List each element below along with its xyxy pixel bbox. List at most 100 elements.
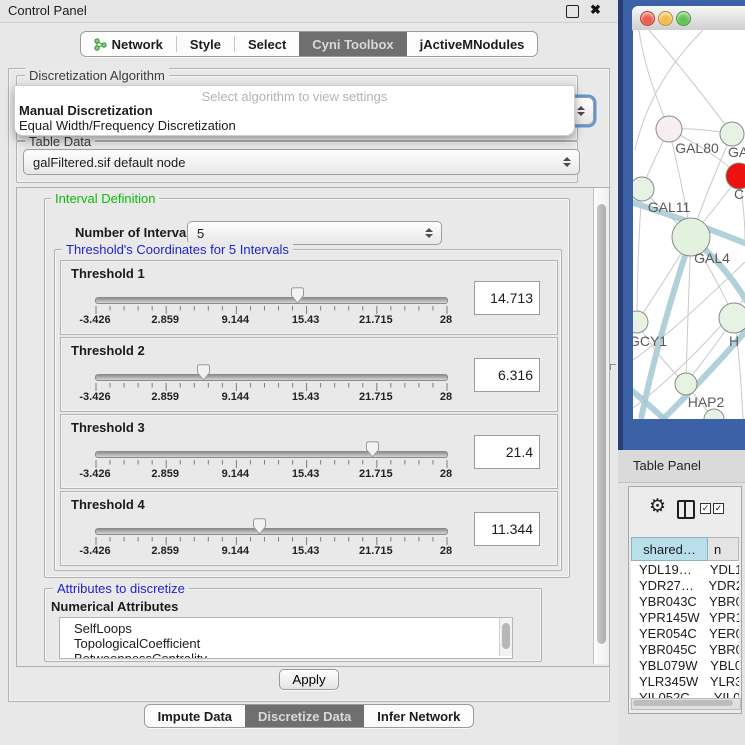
tab-infer-network[interactable]: Infer Network [364, 705, 473, 727]
tab-impute-data[interactable]: Impute Data [145, 705, 245, 727]
network-node[interactable] [719, 303, 745, 333]
threshold-label: Threshold 3 [71, 420, 145, 435]
slider-tick-label: 21.715 [359, 468, 393, 480]
slider-tick-label: 2.859 [151, 314, 179, 326]
threshold-value-field[interactable]: 14.713 [474, 281, 540, 315]
combo-stepper-icon [563, 157, 571, 167]
network-node[interactable] [633, 177, 654, 201]
tab-network[interactable]: Network [81, 32, 176, 56]
network-node[interactable] [675, 373, 697, 395]
list-scrollbar-thumb[interactable] [502, 623, 510, 649]
table-row[interactable]: YDL19…YDL1 [631, 561, 739, 577]
threshold-slider-track[interactable] [95, 297, 448, 304]
apply-row: Apply [9, 669, 609, 690]
table-data-select[interactable]: galFiltered.sif default node [23, 149, 580, 175]
table-cell-shared-name: YLR345W [631, 674, 710, 689]
tab-select[interactable]: Select [235, 32, 299, 56]
table-row[interactable]: YBR043CYBR0 [631, 593, 739, 609]
horizontal-scrollbar[interactable] [631, 698, 741, 710]
threshold-label: Threshold 1 [71, 266, 145, 281]
table-rows: YDL19…YDL1YDR27…YDR2YBR043CYBR0YPR145WYP… [631, 561, 739, 701]
tab-discretize-data[interactable]: Discretize Data [245, 705, 364, 727]
table-row[interactable]: YER054CYER0 [631, 625, 739, 641]
network-node-label: GA [728, 144, 745, 160]
attribute-list-item[interactable]: SelfLoops [60, 621, 512, 636]
dropdown-option-equal-width-frequency[interactable]: Equal Width/Frequency Discretization [19, 118, 236, 133]
threshold-value-field[interactable]: 6.316 [474, 358, 540, 392]
threshold-slider-track[interactable] [95, 451, 448, 458]
table-row[interactable]: YPR145WYPR1 [631, 609, 739, 625]
table-cell-shared-name: YPR145W [631, 610, 709, 625]
threshold-panel-4: Threshold 4-3.4262.8599.14415.4321.71528… [60, 491, 558, 566]
tab-label: Impute Data [158, 709, 232, 724]
dropdown-option-manual-discretization[interactable]: Manual Discretization [19, 103, 153, 118]
close-traffic-light-icon[interactable] [640, 11, 655, 26]
slider-ticks [95, 306, 448, 316]
threshold-value-field[interactable]: 11.344 [474, 512, 540, 546]
slider-tick-label: -3.426 [79, 468, 110, 480]
columns-icon[interactable] [677, 500, 695, 519]
vertical-scrollbar-thumb[interactable] [597, 204, 606, 644]
threshold-slider-track[interactable] [95, 528, 448, 535]
threshold-slider-handle[interactable] [252, 518, 267, 535]
vertical-scrollbar[interactable] [593, 188, 609, 664]
table-cell-shared-name: YBR045C [631, 642, 709, 657]
table-row[interactable]: YBL079WYBL0 [631, 657, 739, 673]
threshold-slider-track[interactable] [95, 374, 448, 381]
slider-tick-label: 21.715 [359, 314, 393, 326]
attribute-list-item[interactable]: BetweennessCentrality [60, 651, 512, 659]
threshold-value-field[interactable]: 21.4 [474, 435, 540, 469]
network-window-titlebar[interactable] [632, 6, 745, 31]
threshold-label: Threshold 2 [71, 343, 145, 358]
table-panel: Table Panel ⚙ ✓ ✓ shared… n YDL19…YDL1YD… [618, 450, 745, 745]
splitter-handle[interactable] [610, 364, 616, 370]
attributes-group: Attributes to discretize Numerical Attri… [44, 588, 542, 662]
column-header-shared-name[interactable]: shared… [631, 537, 708, 561]
tab-cyni-toolbox[interactable]: Cyni Toolbox [299, 32, 406, 56]
tab-style[interactable]: Style [177, 32, 234, 56]
table-cell-name: YER0 [709, 626, 739, 641]
table-row[interactable]: YDR27…YDR2 [631, 577, 739, 593]
checkbox-icon[interactable]: ✓ [713, 503, 724, 514]
tab-jactivemnodules[interactable]: jActiveMNodules [407, 32, 538, 56]
network-node-label: GCY1 [633, 333, 667, 349]
network-canvas[interactable]: GAL80GACGAL11GAL4GCY1HHAP2 [633, 30, 745, 419]
threshold-slider-handle[interactable] [290, 287, 305, 304]
threshold-slider-handle[interactable] [196, 364, 211, 381]
table-cell-shared-name: YDR27… [631, 578, 708, 593]
slider-tick-label: 2.859 [151, 468, 179, 480]
checkbox-icon[interactable]: ✓ [700, 503, 711, 514]
threshold-slider-handle[interactable] [365, 441, 380, 458]
network-node[interactable] [720, 122, 744, 146]
table-cell-name: YBR0 [709, 642, 739, 657]
bottom-tab-bar: Impute Data Discretize Data Infer Networ… [0, 704, 618, 728]
table-cell-name: YLR3 [710, 674, 739, 689]
table-cell-name: YDR2 [708, 578, 739, 593]
slider-tick-label: 9.144 [222, 468, 250, 480]
table-cell-name: YBL0 [710, 658, 739, 673]
tab-label: Discretize Data [258, 709, 351, 724]
slider-tick-label: -3.426 [79, 391, 110, 403]
network-node[interactable] [633, 311, 648, 333]
column-header-name[interactable]: n [708, 537, 739, 561]
slider-tick-label: 28 [440, 391, 452, 403]
minimize-traffic-light-icon[interactable] [658, 11, 673, 26]
numerical-attributes-label: Numerical Attributes [51, 599, 178, 614]
close-icon[interactable]: ✖ [590, 2, 601, 18]
zoom-traffic-light-icon[interactable] [676, 11, 691, 26]
apply-button[interactable]: Apply [279, 669, 338, 690]
tab-label: Infer Network [377, 709, 460, 724]
group-title: Table Data [25, 134, 95, 149]
horizontal-scrollbar-thumb[interactable] [633, 700, 733, 706]
attribute-list-item[interactable]: TopologicalCoefficient [60, 636, 512, 651]
network-node[interactable] [656, 116, 682, 142]
network-node-label: GAL11 [648, 199, 691, 215]
slider-tick-label: 9.144 [222, 391, 250, 403]
table-panel-title: Table Panel [633, 458, 701, 473]
table-row[interactable]: YBR045CYBR0 [631, 641, 739, 657]
list-scrollbar[interactable] [499, 618, 512, 656]
table-row[interactable]: YLR345WYLR3 [631, 673, 739, 689]
gear-icon[interactable]: ⚙ [649, 495, 666, 518]
float-window-icon[interactable] [566, 5, 579, 18]
slider-tick-label: 2.859 [151, 545, 179, 557]
